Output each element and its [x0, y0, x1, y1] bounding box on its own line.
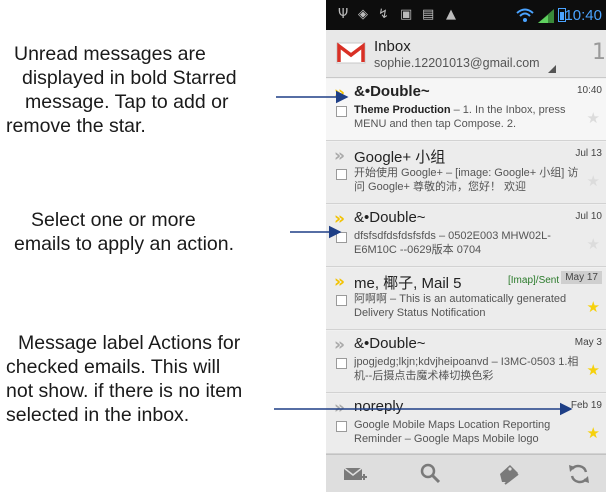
message-snippet: 阿啊啊 – This is an automatically generated… — [354, 292, 579, 322]
callout-line: Unread messages are — [14, 43, 206, 65]
importance-marker-icon[interactable]: » — [334, 398, 345, 418]
message-snippet: jpogjedg;lkjn;kdvjheipoanvd – I3MC-0503 … — [354, 355, 579, 385]
star-icon[interactable]: ★ — [587, 298, 600, 316]
message-checkbox[interactable] — [336, 421, 347, 432]
page-title: Inbox — [374, 38, 411, 55]
message-preview: dfsfsdfdsfdsfsfds – 0502E003 MHW02L-E6M1… — [354, 230, 551, 256]
message-sender: Google+ 小组 — [354, 149, 446, 166]
wifi-icon — [516, 8, 534, 22]
message-preview: Google Mobile Maps Location Reporting Re… — [354, 419, 551, 445]
callout-line: not show. if there is no item — [6, 380, 243, 402]
sync-icon: ↯ — [378, 7, 389, 22]
callout-line: checked emails. This will — [6, 356, 221, 378]
signal-icon — [538, 9, 554, 23]
action-bar — [326, 454, 606, 492]
message-date: 10:40 — [576, 85, 602, 96]
account-email: sophie.12201013@gmail.com — [374, 56, 540, 70]
star-icon[interactable]: ★ — [587, 235, 600, 253]
message-checkbox[interactable] — [336, 169, 347, 180]
star-icon[interactable]: ★ — [587, 172, 600, 190]
message-row[interactable]: » Google+ 小组 Jul 13 开始使用 Google+ – [imag… — [326, 142, 606, 204]
phone-screen: Ψ ◈ ↯ ▣ ▤ ▲ 10:40 Inbox sophie.12201013@… — [326, 0, 606, 492]
compose-icon[interactable] — [342, 462, 368, 486]
refresh-icon[interactable] — [566, 462, 592, 486]
notification-icon: ◈ — [358, 7, 368, 22]
message-date: Feb 19 — [570, 400, 602, 411]
importance-marker-icon[interactable]: » — [334, 209, 345, 229]
message-row[interactable]: » noreply Feb 19 Google Mobile Maps Loca… — [326, 394, 606, 454]
gmail-logo-icon — [336, 42, 366, 64]
message-snippet: Google Mobile Maps Location Reporting Re… — [354, 418, 579, 448]
importance-marker-icon[interactable]: » — [334, 272, 345, 292]
importance-marker-icon[interactable]: » — [334, 146, 345, 166]
message-date: May 17 — [561, 271, 602, 284]
message-date: Jul 13 — [575, 148, 602, 159]
message-preview: 阿啊啊 – This is an automatically generated… — [354, 293, 567, 319]
message-date: May 3 — [574, 337, 602, 348]
callout-select: Select one or more emails to apply an ac… — [14, 208, 314, 256]
star-icon[interactable]: ★ — [587, 361, 600, 379]
importance-marker-icon[interactable]: » — [334, 335, 345, 355]
warning-icon: ▲ — [446, 7, 456, 22]
unread-count: 1 — [592, 40, 606, 65]
message-preview: 开始使用 Google+ – [image: Google+ 小组] 访问 Go… — [354, 167, 579, 193]
message-row[interactable]: » &•Double~ May 3 jpogjedg;lkjn;kdvjheip… — [326, 331, 606, 393]
inbox-header[interactable]: Inbox sophie.12201013@gmail.com 1 — [326, 30, 606, 78]
callout-line: Select one or more — [31, 209, 196, 231]
message-checkbox[interactable] — [336, 358, 347, 369]
callout-line: displayed in bold Starred — [22, 67, 237, 89]
callout-line: remove the star. — [6, 115, 146, 137]
message-preview: jpogjedg;lkjn;kdvjheipoanvd – I3MC-0503 … — [354, 356, 579, 382]
message-date: Jul 10 — [575, 211, 602, 222]
account-dropdown-icon[interactable] — [548, 65, 556, 73]
message-sender: &•Double~ — [354, 335, 426, 352]
message-label: [Imap]/Sent — [508, 275, 560, 286]
usb-icon: Ψ — [338, 7, 349, 22]
callout-label-actions: Message label Actions for checked emails… — [6, 331, 306, 427]
callout-line: Message label Actions for — [18, 332, 241, 354]
status-bar: Ψ ◈ ↯ ▣ ▤ ▲ 10:40 — [326, 0, 606, 30]
message-row[interactable]: » &•Double~ 10:40 Theme Production – 1. … — [326, 79, 606, 141]
message-sender: &•Double~ — [354, 209, 426, 226]
importance-marker-icon[interactable]: » — [334, 83, 345, 103]
message-sender: me, 椰子, Mail 5 — [354, 275, 462, 292]
star-icon[interactable]: ★ — [587, 109, 600, 127]
message-row[interactable]: » me, 椰子, Mail 5 [Imap]/Sent May 17 阿啊啊 … — [326, 268, 606, 330]
sd-card-icon: ▤ — [422, 7, 435, 22]
message-checkbox[interactable] — [336, 232, 347, 243]
callout-line: emails to apply an action. — [14, 233, 235, 255]
status-time: 10:40 — [564, 7, 602, 24]
message-snippet: dfsfsdfdsfdsfsfds – 0502E003 MHW02L-E6M1… — [354, 229, 579, 259]
image-icon: ▣ — [400, 7, 413, 22]
callout-line: selected in the inbox. — [6, 404, 190, 426]
message-sender: noreply — [354, 398, 404, 415]
message-snippet: Theme Production – 1. In the Inbox, pres… — [354, 103, 579, 133]
message-checkbox[interactable] — [336, 295, 347, 306]
labels-icon[interactable] — [496, 462, 522, 486]
star-icon[interactable]: ★ — [587, 424, 600, 442]
message-snippet: 开始使用 Google+ – [image: Google+ 小组] 访问 Go… — [354, 166, 579, 196]
search-icon[interactable] — [418, 462, 444, 486]
callout-line: message. Tap to add or — [25, 91, 229, 113]
message-subject: Theme Production — [354, 104, 451, 116]
message-checkbox[interactable] — [336, 106, 347, 117]
message-row[interactable]: » &•Double~ Jul 10 dfsfsdfdsfdsfsfds – 0… — [326, 205, 606, 267]
callout-unread-starred: Unread messages are displayed in bold St… — [6, 42, 306, 138]
message-sender: &•Double~ — [354, 83, 430, 100]
